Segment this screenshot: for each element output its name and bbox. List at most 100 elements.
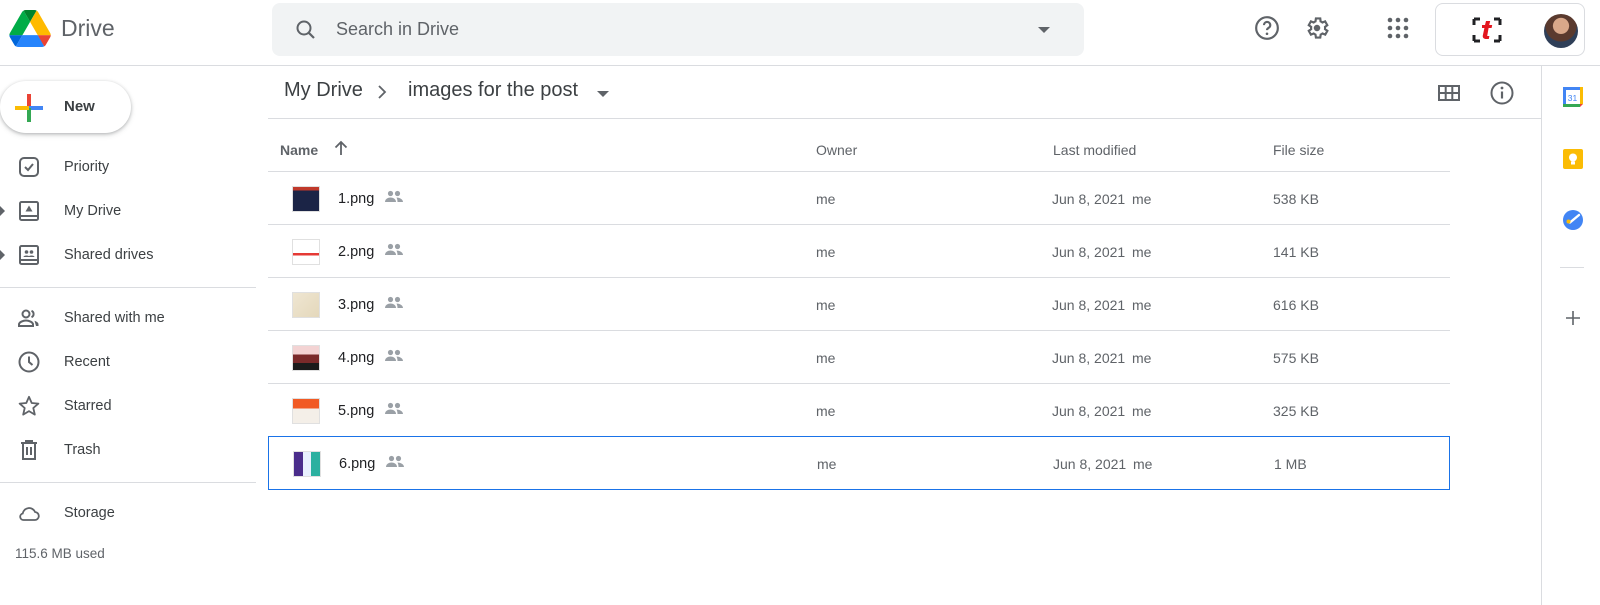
side-panel-divider [1560, 267, 1584, 268]
calendar-icon[interactable]: 31 [1562, 86, 1584, 108]
sidebar-divider [0, 287, 256, 288]
drive-logo[interactable]: Drive [9, 10, 115, 47]
sidebar-item-starred[interactable]: Starred [0, 388, 256, 424]
organization-logo [1472, 17, 1502, 43]
file-thumbnail [293, 451, 321, 477]
file-size: 616 KB [1273, 297, 1319, 313]
sidebar-item-trash[interactable]: Trash [0, 432, 256, 468]
info-icon[interactable] [1489, 80, 1515, 106]
sidebar-item-label: Shared with me [64, 310, 165, 326]
account-switcher[interactable] [1435, 3, 1585, 56]
column-header-last-modified[interactable]: Last modified [1053, 142, 1136, 158]
sort-ascending-icon[interactable] [332, 139, 350, 157]
sidebar-item-storage[interactable]: Storage [0, 495, 256, 531]
plus-icon [15, 94, 43, 122]
my-drive-icon [19, 201, 39, 221]
file-owner: me [816, 244, 836, 260]
recent-icon [18, 351, 40, 373]
file-modified-date: Jun 8, 2021 [1052, 191, 1126, 207]
shared-icon [385, 190, 403, 202]
file-name: 3.png [338, 297, 375, 313]
table-row[interactable]: 4.png me Jun 8, 2021 me 575 KB [268, 331, 1450, 384]
breadcrumb-current-folder[interactable]: images for the post [408, 79, 578, 102]
shared-icon [385, 349, 403, 361]
file-name: 1.png [338, 191, 375, 207]
sidebar-item-label: Recent [64, 354, 110, 370]
file-name: 4.png [338, 350, 375, 366]
file-modified-date: Jun 8, 2021 [1052, 244, 1126, 260]
file-thumbnail [292, 239, 320, 265]
top-bar: Drive [0, 0, 1600, 66]
file-modified-by: me [1132, 191, 1152, 207]
app-name: Drive [61, 15, 115, 41]
help-icon[interactable] [1253, 14, 1281, 42]
table-row[interactable]: 5.png me Jun 8, 2021 me 325 KB [268, 384, 1450, 437]
sidebar-item-label: Shared drives [64, 247, 154, 263]
search-bar[interactable] [272, 3, 1084, 56]
sidebar-item-recent[interactable]: Recent [0, 344, 256, 380]
main-content: My Drive images for the post Name Owner … [268, 66, 1541, 605]
file-size: 325 KB [1273, 403, 1319, 419]
new-button-label: New [64, 98, 95, 115]
table-row[interactable]: 3.png me Jun 8, 2021 me 616 KB [268, 278, 1450, 331]
sidebar-item-shared-drives[interactable]: Shared drives [0, 237, 256, 273]
column-header-owner[interactable]: Owner [816, 142, 857, 158]
shared-icon [385, 243, 403, 255]
file-list: Name Owner Last modified File size 1.png… [268, 120, 1450, 490]
grid-view-icon[interactable] [1436, 80, 1462, 106]
column-header-file-size[interactable]: File size [1273, 142, 1324, 158]
sidebar-item-my-drive[interactable]: My Drive [0, 193, 256, 229]
breadcrumb: My Drive images for the post [268, 66, 1541, 119]
settings-icon[interactable] [1303, 14, 1331, 42]
sidebar-item-shared-with-me[interactable]: Shared with me [0, 300, 256, 336]
new-button[interactable]: New [0, 81, 131, 133]
priority-icon [19, 157, 39, 177]
drive-logo-icon [9, 10, 51, 47]
tasks-icon[interactable] [1562, 209, 1584, 231]
file-modified-date: Jun 8, 2021 [1052, 403, 1126, 419]
file-name: 2.png [338, 244, 375, 260]
breadcrumb-my-drive[interactable]: My Drive [284, 79, 363, 102]
file-modified-by: me [1133, 456, 1153, 472]
file-thumbnail [292, 345, 320, 371]
file-size: 538 KB [1273, 191, 1319, 207]
expand-caret-icon[interactable] [0, 206, 5, 216]
shared-icon [385, 296, 403, 308]
table-row[interactable]: 6.png me Jun 8, 2021 me 1 MB [268, 436, 1450, 490]
file-owner: me [817, 456, 837, 472]
sidebar-item-priority[interactable]: Priority [0, 149, 256, 185]
trash-icon [21, 440, 37, 460]
search-input[interactable] [336, 3, 1016, 56]
sidebar-divider [0, 482, 256, 483]
file-modified-by: me [1132, 244, 1152, 260]
file-name: 5.png [338, 403, 375, 419]
expand-caret-icon[interactable] [0, 250, 5, 260]
file-thumbnail [292, 186, 320, 212]
file-modified-by: me [1132, 403, 1152, 419]
sidebar-item-label: Trash [64, 442, 101, 458]
table-row[interactable]: 1.png me Jun 8, 2021 me 538 KB [268, 172, 1450, 225]
shared-drives-icon [19, 245, 39, 265]
file-modified-date: Jun 8, 2021 [1052, 350, 1126, 366]
shared-with-me-icon [18, 309, 39, 327]
file-size: 575 KB [1273, 350, 1319, 366]
keep-icon[interactable] [1562, 148, 1584, 170]
search-icon[interactable] [294, 18, 318, 42]
column-header-name[interactable]: Name [280, 142, 318, 158]
file-owner: me [816, 403, 836, 419]
folder-menu-dropdown-icon[interactable] [597, 91, 609, 97]
file-modified-by: me [1132, 350, 1152, 366]
table-row[interactable]: 2.png me Jun 8, 2021 me 141 KB [268, 225, 1450, 278]
sidebar-item-label: My Drive [64, 203, 122, 219]
file-owner: me [816, 191, 836, 207]
sidebar: New Priority My Drive Shared drives Shar… [0, 66, 256, 605]
star-icon [18, 395, 40, 416]
avatar[interactable] [1544, 14, 1578, 48]
add-addon-icon[interactable] [1562, 307, 1584, 329]
search-options-dropdown-icon[interactable] [1038, 27, 1050, 33]
sidebar-item-label: Storage [64, 505, 115, 521]
file-size: 1 MB [1274, 456, 1307, 472]
apps-icon[interactable] [1384, 14, 1412, 42]
storage-used-text: 115.6 MB used [15, 546, 105, 561]
file-modified-date: Jun 8, 2021 [1052, 297, 1126, 313]
